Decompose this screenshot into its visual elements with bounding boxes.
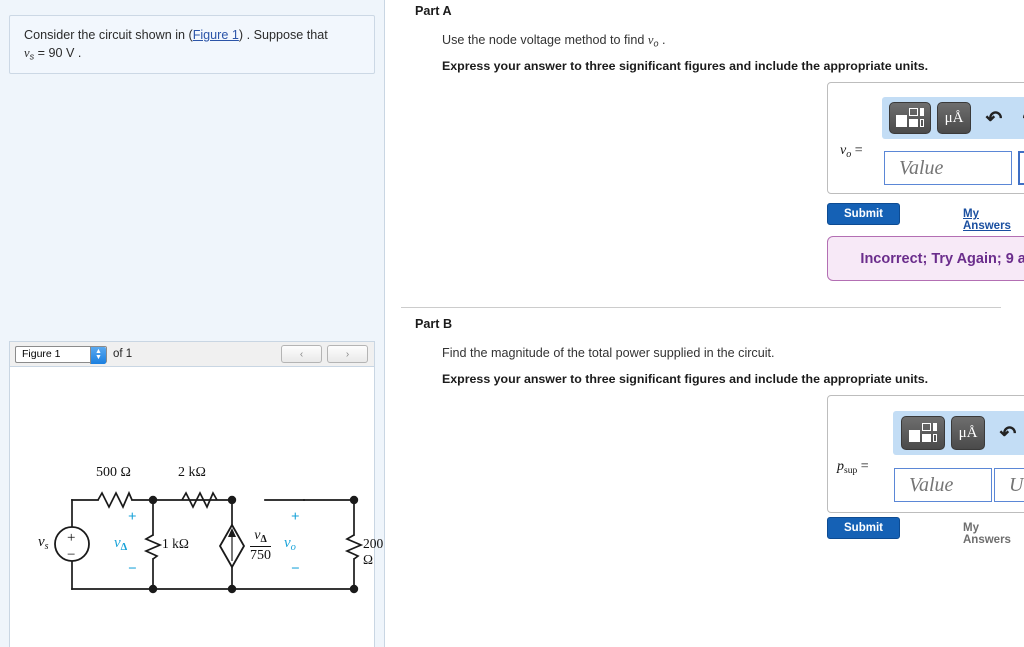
part-a-value-input[interactable] [884, 151, 1012, 185]
vs-subscript: s [29, 51, 35, 62]
part-b-math-toolbar: μÅ ↶ ↷ ↺ ? [893, 411, 1024, 455]
v-delta-label: vΔ [114, 535, 128, 554]
undo-icon[interactable]: ↶ [998, 418, 1018, 448]
dep-source-denominator: 750 [250, 548, 271, 563]
units-icon[interactable]: μÅ [951, 416, 985, 450]
part-b-answer-label: psup = [837, 459, 869, 476]
part-b-question: Find the magnitude of the total power su… [442, 346, 775, 360]
part-a-answer-label: vo = [840, 143, 863, 160]
figure-count-label: of 1 [113, 348, 133, 360]
left-sidebar: Consider the circuit shown in (Figure 1)… [0, 0, 385, 647]
part-a-heading: Part A [415, 4, 452, 18]
figure-select-value: Figure 1 [22, 348, 61, 360]
figure-1-link[interactable]: Figure 1 [193, 28, 239, 42]
figure-toolbar: Figure 1 ▲ ▼ of 1 ‹ › [10, 342, 374, 367]
math-template-icon[interactable] [889, 102, 931, 134]
part-b-submit-button[interactable]: Submit [827, 517, 900, 539]
figure-select-stepper-icon[interactable]: ▲ ▼ [90, 346, 106, 364]
resistor-200-label: 200 Ω [363, 536, 384, 567]
dependent-source-expression: vΔ 750 [250, 528, 271, 564]
units-icon[interactable]: μÅ [937, 102, 971, 134]
figure-panel: Figure 1 ▲ ▼ of 1 ‹ › 500 Ω 2 kΩ 1 kΩ 20… [9, 341, 383, 647]
part-b-value-input[interactable] [894, 468, 992, 502]
vs-value: = 90 V . [37, 46, 82, 60]
page-root: Consider the circuit shown in (Figure 1)… [0, 0, 1024, 647]
section-divider [401, 307, 1001, 308]
v-o-plus-sign: + [291, 509, 300, 525]
v-o-minus-sign: − [291, 561, 300, 577]
source-plus-sign: + [67, 530, 76, 546]
figure-nav-group: ‹ › [281, 345, 368, 363]
part-a-question: Use the node voltage method to find vo . [442, 33, 666, 49]
part-a-math-toolbar: μÅ ↶ ↷ ↺ ? [882, 97, 1024, 139]
figure-select[interactable]: Figure 1 ▲ ▼ [15, 345, 107, 364]
problem-intro-before: Consider the circuit shown in ( [24, 28, 193, 42]
part-a-submit-button[interactable]: Submit [827, 203, 900, 225]
source-minus-sign: − [67, 547, 76, 563]
resistor-1k-label: 1 kΩ [162, 536, 189, 551]
voltage-source-label: vs [38, 534, 49, 552]
resistor-500-label: 500 Ω [96, 465, 131, 480]
v-o-label: vo [284, 535, 296, 554]
main-content: Part A Use the node voltage method to fi… [386, 0, 1024, 647]
circuit-diagram-canvas: 500 Ω 2 kΩ 1 kΩ 200 Ω vs + − + vΔ − vΔ 7… [10, 367, 383, 647]
resistor-2k-label: 2 kΩ [178, 465, 206, 480]
figure-next-button[interactable]: › [327, 345, 368, 363]
problem-statement-box: Consider the circuit shown in (Figure 1)… [9, 15, 375, 74]
math-template-icon[interactable] [901, 416, 945, 450]
part-b-units-input[interactable] [994, 468, 1024, 502]
undo-icon[interactable]: ↶ [984, 103, 1004, 133]
figure-prev-button[interactable]: ‹ [281, 345, 322, 363]
circuit-labels: 500 Ω 2 kΩ 1 kΩ 200 Ω vs + − + vΔ − vΔ 7… [10, 367, 383, 647]
part-a-answer-box: μÅ ↶ ↷ ↺ ? vo = [827, 82, 1024, 194]
part-a-units-input[interactable] [1018, 151, 1024, 185]
part-b-my-answers-label: My Answers [963, 522, 1011, 546]
problem-statement-text: Consider the circuit shown in (Figure 1)… [10, 16, 374, 65]
v-delta-plus-sign: + [128, 509, 137, 525]
part-a-feedback-text: Incorrect; Try Again; 9 attempts remaini… [860, 250, 1024, 267]
part-a-instruction: Express your answer to three significant… [442, 59, 929, 73]
part-b-heading: Part B [415, 317, 453, 331]
part-a-my-answers-link[interactable]: My Answers [963, 208, 1024, 232]
part-a-feedback-banner: Incorrect; Try Again; 9 attempts remaini… [827, 236, 1024, 281]
part-b-answer-box: μÅ ↶ ↷ ↺ ? psup = [827, 395, 1024, 513]
dep-source-numerator: vΔ [250, 528, 271, 547]
part-b-instruction: Express your answer to three significant… [442, 372, 929, 386]
v-delta-minus-sign: − [128, 561, 137, 577]
problem-intro-after: ) . Suppose that [238, 28, 328, 42]
